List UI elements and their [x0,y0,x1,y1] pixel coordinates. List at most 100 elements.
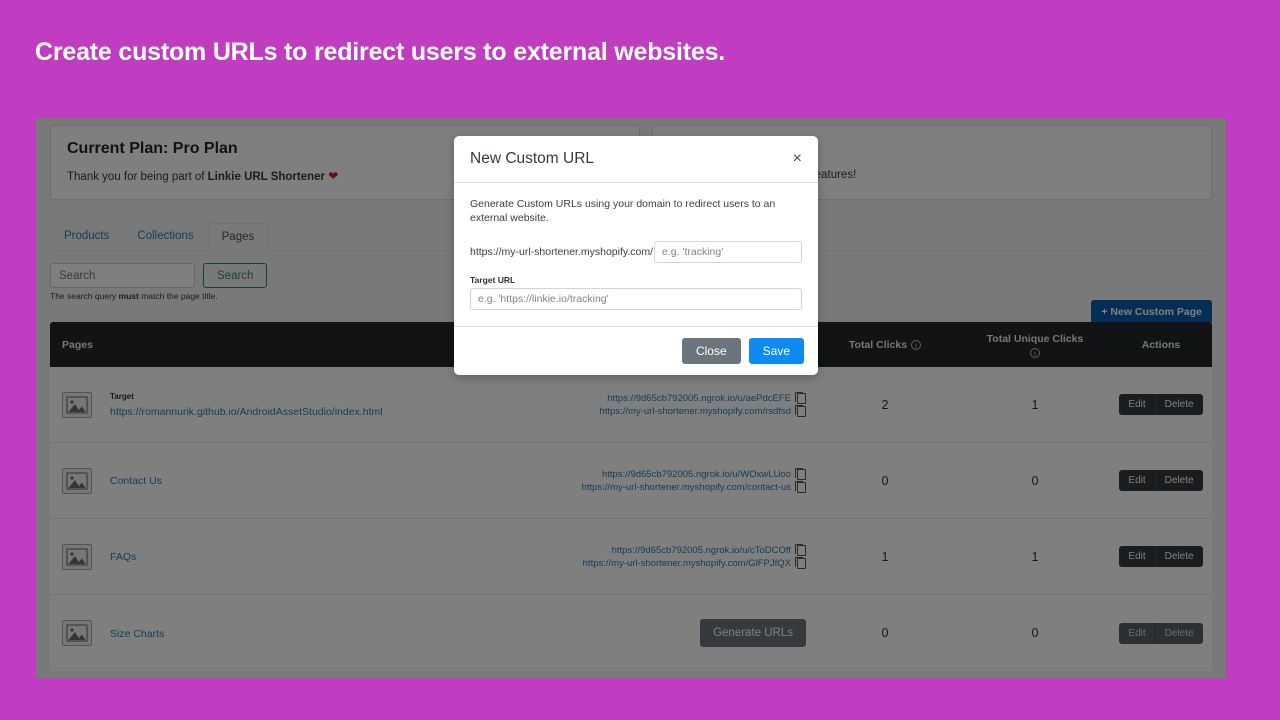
short-url-line: https://9d65cb792005.ngrok.io/u/aePdcEFE [470,391,806,405]
modal-footer: Close Save [454,326,818,375]
generate-urls-button[interactable]: Generate URLs [700,619,806,647]
target-url-input[interactable] [470,288,802,310]
page-info: FAQs [110,549,136,564]
short-url-link[interactable]: https://9d65cb792005.ngrok.io/u/WOxwLUoo [602,468,791,481]
short-url-link[interactable]: https://9d65cb792005.ngrok.io/u/aePdcEFE [607,392,791,405]
cell-total-clicks: 0 [881,626,889,640]
page-headline: Create custom URLs to redirect users to … [35,38,726,66]
edit-button[interactable]: Edit [1119,546,1155,567]
image-placeholder-icon [62,620,92,646]
modal-title: New Custom URL [470,150,595,167]
page-title-link[interactable]: Size Charts [110,628,164,640]
cell-actions: Edit Delete [1110,470,1212,491]
cell-pages: Target https://romannurik.github.io/Andr… [50,390,470,419]
edit-button[interactable]: Edit [1119,470,1155,491]
modal-description: Generate Custom URLs using your domain t… [470,198,776,224]
slug-input[interactable] [654,241,802,263]
header-total-unique-clicks-label: Total Unique Clicks [986,332,1084,345]
cell-pages: Contact Us [50,467,470,494]
cell-pages: Size Charts [50,620,470,646]
search-button[interactable]: Search [203,263,268,288]
delete-button[interactable]: Delete [1154,394,1203,415]
new-custom-page-button[interactable]: + New Custom Page [1091,300,1212,324]
close-icon[interactable]: × [793,151,802,167]
page-info: Contact Us [110,473,162,488]
tab-products[interactable]: Products [50,222,123,250]
short-url-line: https://9d65cb792005.ngrok.io/u/WOxwLUoo [470,467,806,481]
custom-url-line: https://my-url-shortener.myshopify.com/r… [470,404,806,418]
cell-actions: Edit Delete [1110,622,1212,644]
table-body: Target https://romannurik.github.io/Andr… [50,367,1212,671]
info-icon[interactable]: i [1030,347,1040,358]
plan-thanks-text: Thank you for being part of [67,171,208,183]
custom-url-line: https://my-url-shortener.myshopify.com/c… [470,480,806,494]
cell-total-unique-clicks: 0 [1031,626,1039,640]
edit-button: Edit [1119,622,1155,644]
table-row: Target https://romannurik.github.io/Andr… [50,367,1212,443]
delete-button[interactable]: Delete [1154,470,1203,491]
cell-total-unique-clicks: 0 [1031,473,1039,488]
search-hint-before: The search query [50,291,119,301]
heart-icon: ❤ [328,169,339,183]
image-placeholder-icon [62,543,92,570]
short-url-link[interactable]: https://9d65cb792005.ngrok.io/u/cToDCOff [612,544,791,557]
new-custom-url-modal: New Custom URL × Generate Custom URLs us… [454,136,818,375]
page-title-link[interactable]: FAQs [110,551,136,563]
custom-url-link[interactable]: https://my-url-shortener.myshopify.com/r… [600,405,791,418]
action-button-group: Edit Delete [1119,546,1203,567]
cell-total-clicks: 0 [881,473,889,488]
target-label: Target [110,392,134,401]
page-info: Target https://romannurik.github.io/Andr… [110,390,383,419]
search-hint-bold: must [118,291,139,301]
custom-url-link[interactable]: https://my-url-shortener.myshopify.com/G… [583,557,791,570]
slug-field-row: https://my-url-shortener.myshopify.com/ [470,241,802,263]
cell-total-unique-clicks: 1 [1031,397,1039,412]
action-button-group: Edit Delete [1119,394,1203,415]
action-button-group: Edit Delete [1119,622,1203,644]
header-total-clicks-label: Total Clicks [848,338,908,351]
cell-pages: FAQs [50,543,470,570]
cell-urls: Generate URLs [470,619,810,647]
delete-button: Delete [1154,622,1203,644]
custom-url-link[interactable]: https://my-url-shortener.myshopify.com/c… [582,481,791,494]
copy-icon[interactable] [795,480,806,493]
edit-button[interactable]: Edit [1119,394,1155,415]
cell-actions: Edit Delete [1110,546,1212,567]
delete-button[interactable]: Delete [1154,546,1203,567]
image-placeholder-icon [62,467,92,494]
header-actions: Actions [1141,338,1181,351]
table-row: Contact Us https://9d65cb792005.ngrok.io… [50,443,1212,519]
domain-prefix-label: https://my-url-shortener.myshopify.com/ [470,246,654,258]
search-input[interactable] [50,263,195,288]
tab-collections[interactable]: Collections [123,222,207,250]
info-icon[interactable]: i [911,339,922,350]
short-url-line: https://9d65cb792005.ngrok.io/u/cToDCOff [470,543,806,557]
copy-icon[interactable] [795,467,806,480]
header-total-unique-clicks: Total Unique Clicks i [960,332,1110,358]
page-info: Size Charts [110,626,164,641]
save-button[interactable]: Save [748,338,804,364]
copy-icon[interactable] [795,391,806,404]
page-title-link[interactable]: Contact Us [110,475,162,487]
table-row: FAQs https://9d65cb792005.ngrok.io/u/cTo… [50,519,1212,595]
plan-brand-name: Linkie URL Shortener [207,171,326,183]
cell-total-clicks: 2 [881,397,889,412]
copy-icon[interactable] [795,543,806,556]
page-title-link[interactable]: https://romannurik.github.io/AndroidAsse… [110,406,383,418]
copy-icon[interactable] [795,404,806,417]
close-button[interactable]: Close [681,338,741,364]
cell-actions: Edit Delete [1110,394,1212,415]
custom-url-line: https://my-url-shortener.myshopify.com/G… [470,556,806,570]
image-placeholder-icon [62,391,92,418]
cell-total-unique-clicks: 1 [1031,549,1039,564]
modal-header: New Custom URL × [454,136,818,183]
copy-icon[interactable] [795,556,806,569]
cell-urls: https://9d65cb792005.ngrok.io/u/WOxwLUoo… [470,467,810,494]
target-url-label: Target URL [470,275,516,285]
action-button-group: Edit Delete [1119,470,1203,491]
header-total-clicks: Total Clicks i [810,339,960,351]
modal-body: Generate Custom URLs using your domain t… [454,183,818,326]
header-pages: Pages [62,338,93,351]
tab-pages[interactable]: Pages [207,223,269,251]
search-hint-after: match the page title. [138,291,218,301]
